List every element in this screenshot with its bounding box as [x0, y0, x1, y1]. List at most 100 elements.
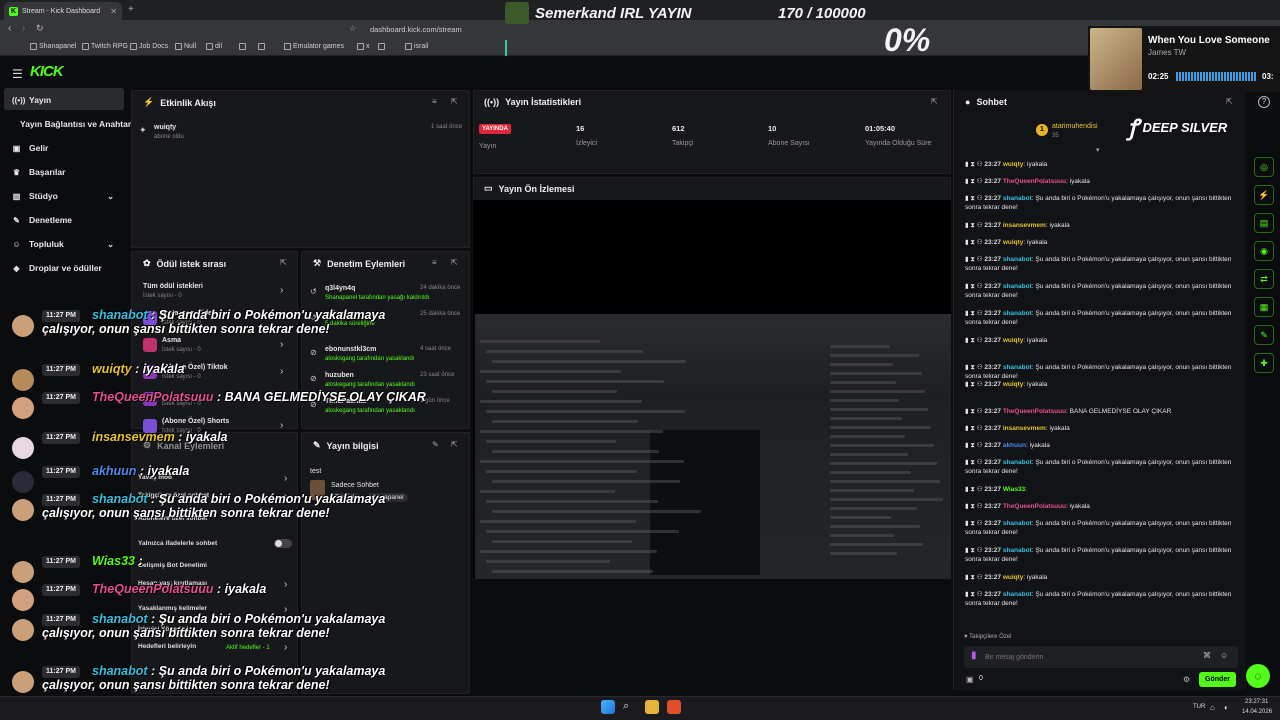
pinned-user[interactable]: atarimuhendisi	[1052, 123, 1098, 130]
chat-username[interactable]: shanabot	[1003, 591, 1032, 598]
mic-icon[interactable]: ▮	[971, 650, 977, 661]
clock-time[interactable]: 23:27:31	[1245, 699, 1268, 705]
windows-start-icon[interactable]	[601, 700, 615, 714]
popout-icon[interactable]: ⇱	[1226, 97, 1233, 106]
rail-poll-icon[interactable]: ✚	[1254, 353, 1274, 373]
bookmark-item[interactable]: dil	[206, 43, 222, 50]
popout-icon[interactable]: ⇱	[931, 97, 938, 106]
bookmark-item[interactable]: Shanapanel	[30, 43, 76, 50]
sidebar-item-basarilar[interactable]: ♛ Başarılar	[12, 167, 65, 177]
rail-raid-icon[interactable]: ⇄	[1254, 269, 1274, 289]
chat-username[interactable]: shanabot	[1003, 310, 1032, 317]
file-explorer-icon[interactable]	[645, 700, 659, 714]
sidebar-item-stream-key[interactable]: Yayın Bağlantısı ve Anahtarı	[20, 119, 134, 129]
rail-document-icon[interactable]: ▤	[1254, 213, 1274, 233]
chat-time: 23:27	[984, 442, 1002, 449]
chat-username[interactable]: shanabot	[1003, 547, 1032, 554]
chat-username[interactable]: wuiqty	[1003, 381, 1024, 388]
bookmark-icon	[30, 43, 37, 50]
chat-username[interactable]: TheQueenPolatsuuu	[1003, 178, 1066, 185]
clock-date[interactable]: 14.04.2026	[1242, 709, 1272, 715]
menu-icon[interactable]: ☰	[12, 67, 23, 81]
overlay-chat-avatar	[12, 619, 34, 641]
sidebar-item-yayin[interactable]: ((•)) Yayın	[12, 95, 51, 105]
popout-icon[interactable]: ⇱	[451, 258, 458, 267]
chat-username[interactable]: TheQueenPolatsuuu	[1003, 408, 1066, 415]
search-icon[interactable]: ⌕	[623, 700, 629, 713]
emote-only-toggle[interactable]	[274, 539, 292, 548]
chat-username[interactable]: insansevmem	[1003, 425, 1046, 432]
bookmark-item[interactable]: Job Docs	[130, 43, 168, 50]
bookmark-star-icon[interactable]: ☆	[349, 24, 356, 33]
chat-username[interactable]: shanabot	[1003, 256, 1032, 263]
chevron-down-icon[interactable]: ▾	[1096, 146, 1100, 154]
bookmark-item[interactable]: israil	[405, 43, 428, 50]
chat-input[interactable]	[985, 650, 1185, 664]
bookmark-item[interactable]	[239, 43, 248, 50]
rail-lightning-icon[interactable]: ⚡	[1254, 185, 1274, 205]
command-icon[interactable]: ⌘	[1203, 651, 1211, 660]
language-indicator[interactable]: TUR	[1193, 704, 1205, 710]
channel-setting-item[interactable]: Yalnızca ifadelerle sohbet	[138, 540, 217, 547]
bookmark-item[interactable]	[258, 43, 267, 50]
kick-logo[interactable]: KICK	[30, 63, 64, 80]
chat-username[interactable]: shanabot	[1003, 520, 1032, 527]
emoji-icon[interactable]: ☺	[1220, 651, 1228, 660]
new-tab-icon[interactable]: +	[128, 4, 134, 15]
chat-username[interactable]: shanabot	[1003, 283, 1032, 290]
chat-username[interactable]: shanabot	[1003, 459, 1032, 466]
close-icon[interactable]: ✕	[110, 7, 117, 16]
chat-settings-icon[interactable]: ⚙	[1183, 675, 1190, 684]
followers-only-label: ♥ Takipçilere Özel	[964, 634, 1012, 640]
chevron-right-icon[interactable]: ›	[280, 285, 283, 296]
bookmark-item[interactable]: Emulator games	[284, 43, 344, 50]
chat-fab-icon[interactable]: ◌	[1246, 664, 1270, 688]
filter-icon[interactable]: ≡	[432, 97, 437, 106]
rail-chat-icon[interactable]: ◉	[1254, 241, 1274, 261]
reload-icon[interactable]: ↻	[36, 23, 44, 34]
activity-user[interactable]: wuiqty	[154, 124, 176, 131]
sidebar-item-gelir[interactable]: ▣ Gelir	[12, 143, 49, 153]
sidebar-item-denetleme[interactable]: ✎ Denetleme	[12, 215, 72, 225]
url-field[interactable]: dashboard.kick.com/stream	[370, 25, 462, 34]
chat-username[interactable]: TheQueenPolatsuuu	[1003, 503, 1066, 510]
popout-icon[interactable]: ⇱	[280, 258, 287, 267]
chat-text: iyakala	[1027, 239, 1048, 246]
brave-browser-icon[interactable]	[667, 700, 681, 714]
sidebar-item-droplar[interactable]: ◈ Droplar ve ödüller	[12, 263, 101, 273]
chevron-down-icon: ⌄	[107, 190, 115, 201]
rail-camera-icon[interactable]: ◎	[1254, 157, 1274, 177]
sidebar-item-topluluk[interactable]: ☺ Topluluk ⌄	[12, 239, 114, 250]
unban-icon: ↺	[310, 287, 317, 296]
bookmark-item[interactable]: x	[357, 43, 370, 50]
chat-username[interactable]: shanabot	[1003, 195, 1032, 202]
chat-username[interactable]: akhuun	[1003, 442, 1026, 449]
studio-icon: ▥	[12, 191, 21, 201]
rail-clip-icon[interactable]: ▦	[1254, 297, 1274, 317]
browser-tab[interactable]: K Stream - Kick Dashboard ✕	[4, 2, 122, 20]
chat-username[interactable]: wuiqty	[1003, 574, 1024, 581]
chat-username[interactable]: Wias33	[1003, 486, 1025, 493]
chat-username[interactable]: wuiqty	[1003, 239, 1024, 246]
mod-action-user[interactable]: q3l4yn4q	[325, 285, 355, 292]
send-button[interactable]: Gönder	[1199, 672, 1236, 687]
bookmark-item[interactable]: Null	[175, 43, 196, 50]
bookmark-item[interactable]: Twitch RPG	[82, 43, 128, 50]
volume-icon[interactable]: ◐	[1224, 703, 1229, 712]
back-icon[interactable]: ‹	[8, 23, 11, 34]
popout-icon[interactable]: ⇱	[451, 97, 458, 106]
rail-wrench-icon[interactable]: ✎	[1254, 325, 1274, 345]
bookmark-item[interactable]	[378, 43, 387, 50]
chat-username[interactable]: insansevmem	[1003, 222, 1046, 229]
overlay-chat-avatar	[12, 369, 34, 391]
help-icon[interactable]: ?	[1258, 96, 1270, 108]
reward-item-label[interactable]: Tüm ödül istekleri	[143, 283, 203, 290]
network-icon[interactable]: ⌂	[1210, 703, 1215, 712]
forward-icon[interactable]: ›	[22, 23, 25, 34]
chat-username[interactable]: wuiqty	[1003, 337, 1024, 344]
chat-username[interactable]: wuiqty	[1003, 161, 1024, 168]
chat-username[interactable]: shanabot	[1003, 364, 1032, 371]
popout-icon[interactable]: ⇱	[451, 440, 458, 449]
sidebar-item-studyo[interactable]: ▥ Stüdyo ⌄	[12, 191, 114, 202]
filter-icon[interactable]: ≡	[432, 258, 437, 267]
